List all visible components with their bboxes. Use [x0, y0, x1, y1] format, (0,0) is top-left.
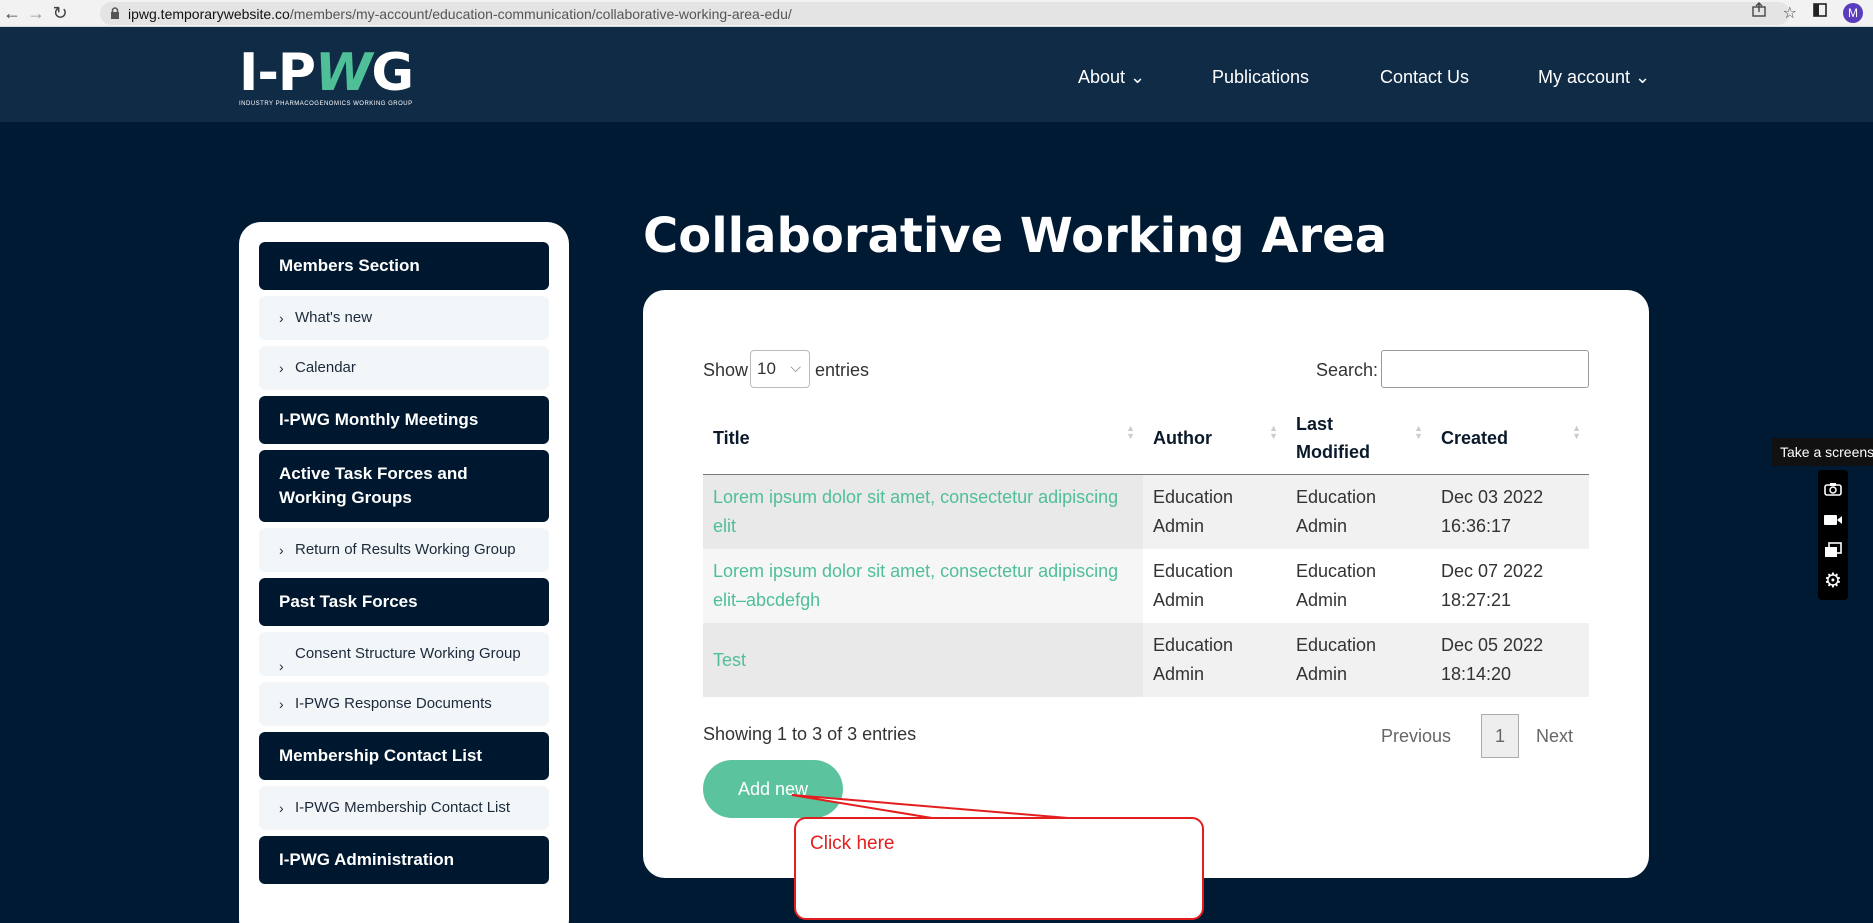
profile-avatar[interactable]: M — [1843, 2, 1863, 23]
sidebar-item-return-of-results[interactable]: › Return of Results Working Group — [259, 528, 549, 572]
video-icon[interactable] — [1823, 511, 1843, 529]
sidebar-item-label: I-PWG Response Documents — [295, 695, 492, 712]
add-new-button[interactable]: Add new — [703, 760, 843, 818]
documents-table: Title ▲ ▼ Author ▲ ▼ Last Modified ▲ ▼ Created… — [703, 402, 1589, 697]
sidebar-item-membership-contact-sub[interactable]: › I-PWG Membership Contact List — [259, 786, 549, 830]
column-title-label: Title — [713, 428, 750, 448]
annotation-text: Click here — [810, 833, 895, 854]
column-header-created[interactable]: Created ▲ ▼ — [1431, 402, 1589, 475]
table-row: Test Education Admin Education Admin Dec… — [703, 623, 1589, 697]
chevron-down-icon: ⌵ — [790, 359, 801, 375]
sidepanel-icon[interactable] — [1813, 3, 1827, 22]
chevron-right-icon: › — [279, 310, 284, 326]
created-cell: Dec 07 2022 18:27:21 — [1441, 561, 1544, 610]
table-row: Lorem ipsum dolor sit amet, consectetur … — [703, 549, 1589, 623]
logo-text-mid: W — [315, 43, 372, 103]
search-input[interactable] — [1381, 350, 1589, 388]
show-label: Show — [703, 360, 749, 380]
sidebar-item-label: What's new — [295, 309, 373, 326]
members-sidebar: Members Section › What's new › Calendar I-… — [239, 222, 569, 923]
sort-icon: ▲ ▼ — [1414, 423, 1423, 441]
reload-icon[interactable]: ↻ — [48, 1, 72, 25]
sidebar-item-label: Return of Results Working Group — [295, 541, 516, 558]
sidebar-item-members-section[interactable]: Members Section — [259, 242, 549, 290]
column-header-author[interactable]: Author ▲ ▼ — [1143, 402, 1286, 475]
ipwg-logo[interactable]: I-PWG INDUSTRY PHARMACOGENOMICS WORKING … — [239, 47, 414, 107]
entries-value: 10 — [757, 359, 776, 378]
author-cell: Education Admin — [1143, 623, 1286, 697]
table-row: Lorem ipsum dolor sit amet, consectetur … — [703, 474, 1589, 549]
extension-tooltip: Take a screens — [1772, 438, 1873, 466]
nav-my-account[interactable]: My account ⌄ — [1538, 67, 1650, 88]
lock-icon — [110, 6, 120, 22]
url-host: ipwg.temporarywebsite.co — [128, 5, 290, 22]
author-cell: Education Admin — [1153, 561, 1234, 610]
table-controls: Show 10 ⌵ entries Search: — [703, 350, 1589, 390]
chevron-right-icon: › — [279, 360, 284, 376]
created-cell: Dec 03 2022 16:36:17 — [1431, 474, 1589, 549]
sort-icon: ▲ ▼ — [1572, 423, 1581, 441]
star-icon[interactable]: ☆ — [1783, 3, 1797, 23]
next-page-button[interactable]: Next — [1536, 726, 1573, 747]
camera-icon[interactable] — [1823, 480, 1843, 498]
column-header-last-modified[interactable]: Last Modified ▲ ▼ — [1286, 402, 1431, 475]
chevron-right-icon: › — [279, 542, 284, 558]
chevron-right-icon: › — [279, 800, 284, 816]
created-cell: Dec 05 2022 18:14:20 — [1431, 623, 1589, 697]
sidebar-item-administration[interactable]: I-PWG Administration — [259, 836, 549, 884]
nav-contact-us[interactable]: Contact Us — [1380, 67, 1469, 88]
annotation-callout: Click here — [794, 817, 1204, 920]
search-label: Search: — [1315, 360, 1378, 380]
logo-text-right: G — [371, 43, 414, 103]
column-modified-label: Last Modified — [1296, 414, 1370, 462]
modified-cell: Education Admin — [1286, 474, 1431, 549]
forward-arrow-icon[interactable]: → — [24, 1, 48, 25]
sidebar-item-past-task-forces[interactable]: Past Task Forces — [259, 578, 549, 626]
modified-cell: Education Admin — [1286, 623, 1431, 697]
content-card: Show 10 ⌵ entries Search: Title ▲ ▼ Author… — [643, 290, 1649, 878]
browser-toolbar: ← → ↻ ipwg.temporarywebsite.co/members/m… — [0, 0, 1873, 27]
sidebar-item-whats-new[interactable]: › What's new — [259, 296, 549, 340]
column-author-label: Author — [1153, 428, 1212, 448]
sort-icon: ▲ ▼ — [1269, 423, 1278, 441]
address-bar[interactable]: ipwg.temporarywebsite.co/members/my-acco… — [100, 2, 1790, 25]
previous-page-button[interactable]: Previous — [1381, 726, 1451, 747]
chevron-right-icon: › — [279, 658, 284, 674]
url-path: /members/my-account/education-communicat… — [289, 5, 792, 22]
pagination: Previous 1 Next — [1369, 714, 1589, 758]
site-header: I-PWG INDUSTRY PHARMACOGENOMICS WORKING … — [0, 27, 1873, 122]
sort-icon: ▲ ▼ — [1126, 423, 1135, 441]
entries-select[interactable]: 10 ⌵ — [750, 350, 810, 388]
share-icon[interactable] — [1751, 2, 1767, 23]
logo-text-left: I-P — [239, 43, 316, 103]
entries-label: entries — [815, 360, 870, 380]
chevron-right-icon: › — [279, 696, 284, 712]
sidebar-item-label: I-PWG Membership Contact List — [295, 799, 511, 816]
screenshot-toolbar: ⚙ — [1818, 470, 1848, 600]
sidebar-item-monthly-meetings[interactable]: I-PWG Monthly Meetings — [259, 396, 549, 444]
sidebar-item-label: Calendar — [295, 359, 356, 376]
sidebar-item-label: Consent Structure Working Group — [295, 645, 521, 662]
modified-cell: Education Admin — [1296, 561, 1377, 610]
document-link[interactable]: Lorem ipsum dolor sit amet, consectetur … — [713, 487, 1118, 536]
logo-subtitle: INDUSTRY PHARMACOGENOMICS WORKING GROUP — [239, 101, 413, 107]
gear-icon[interactable]: ⚙ — [1823, 570, 1843, 592]
nav-about[interactable]: About ⌄ — [1078, 67, 1145, 88]
sidebar-item-response-documents[interactable]: › I-PWG Response Documents — [259, 682, 549, 726]
sidebar-item-membership-contact-list[interactable]: Membership Contact List — [259, 732, 549, 780]
column-created-label: Created — [1441, 428, 1509, 448]
page-1-button[interactable]: 1 — [1481, 714, 1519, 758]
back-arrow-icon[interactable]: ← — [0, 1, 24, 25]
author-cell: Education Admin — [1143, 474, 1286, 549]
column-header-title[interactable]: Title ▲ ▼ — [703, 402, 1143, 475]
sidebar-item-calendar[interactable]: › Calendar — [259, 346, 549, 390]
sidebar-item-consent-structure[interactable]: › Consent Structure Working Group — [259, 632, 549, 676]
document-link[interactable]: Test — [713, 650, 746, 670]
copy-icon[interactable] — [1823, 541, 1843, 559]
document-link[interactable]: Lorem ipsum dolor sit amet, consectetur … — [713, 561, 1118, 610]
page-title: Collaborative Working Area — [643, 208, 1388, 264]
sidebar-item-active-task-forces[interactable]: Active Task Forces and Working Groups — [259, 450, 549, 522]
table-info: Showing 1 to 3 of 3 entries — [703, 724, 917, 744]
nav-publications[interactable]: Publications — [1212, 67, 1309, 88]
